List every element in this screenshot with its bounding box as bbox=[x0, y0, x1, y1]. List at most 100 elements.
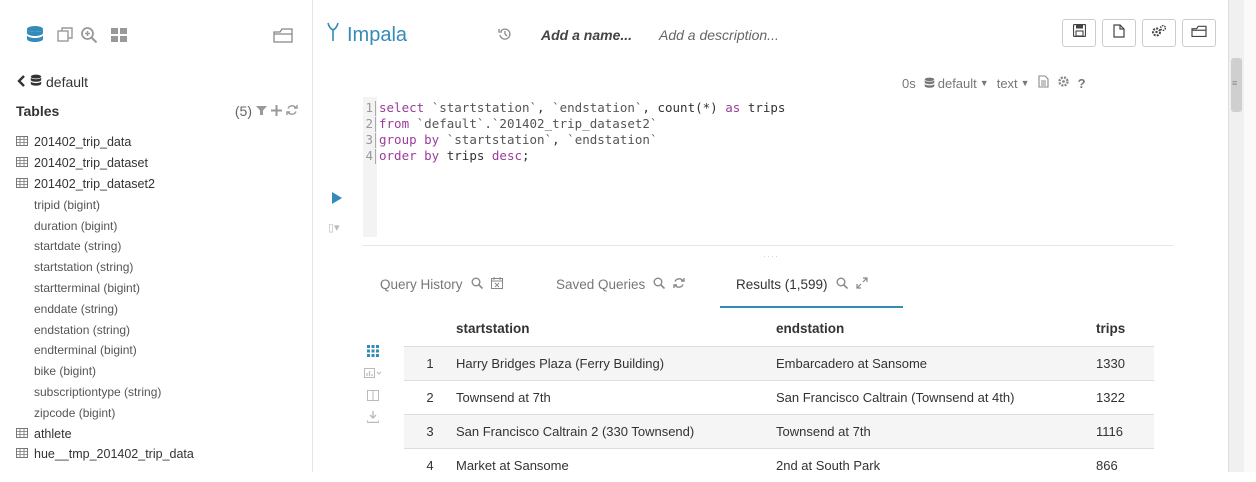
settings-button[interactable] bbox=[1142, 19, 1176, 47]
cell-endstation[interactable]: Embarcadero at Sansome bbox=[776, 347, 1096, 381]
document-icon[interactable] bbox=[1038, 75, 1049, 91]
assist-breadcrumb[interactable]: default bbox=[16, 74, 88, 90]
column-item[interactable]: startterminal (bigint) bbox=[16, 278, 194, 299]
chart-view-icon[interactable] bbox=[364, 362, 382, 384]
cell-startstation[interactable]: Harry Bridges Plaza (Ferry Building) bbox=[456, 347, 776, 381]
new-query-button[interactable] bbox=[1102, 19, 1136, 47]
code-line: 4order by trips desc; bbox=[363, 148, 530, 164]
table-tree: 201402_trip_data 201402_trip_dataset 201… bbox=[16, 132, 194, 465]
table-row[interactable]: 4 Market at Sansome 2nd at South Park 86… bbox=[404, 449, 1154, 482]
column-item[interactable]: endstation (string) bbox=[16, 319, 194, 340]
column-item[interactable]: duration (bigint) bbox=[16, 215, 194, 236]
app-title[interactable]: Impala bbox=[327, 22, 407, 48]
column-item[interactable]: subscriptiontype (string) bbox=[16, 382, 194, 403]
help-icon[interactable]: ? bbox=[1078, 76, 1086, 91]
search-plus-icon[interactable] bbox=[78, 24, 100, 46]
new-doc-icon bbox=[1113, 24, 1125, 43]
database-selector[interactable]: default ▼ bbox=[924, 76, 989, 91]
chevron-left-icon[interactable] bbox=[16, 74, 26, 90]
impala-logo-icon bbox=[327, 22, 339, 48]
cell-endstation[interactable]: San Francisco Caltrain (Townsend at 4th) bbox=[776, 381, 1096, 415]
folder-open-icon[interactable] bbox=[272, 24, 294, 46]
row-index: 1 bbox=[404, 347, 456, 381]
tab-saved-queries[interactable]: Saved Queries bbox=[556, 277, 685, 292]
column-header[interactable]: endstation bbox=[776, 310, 1096, 347]
save-button[interactable] bbox=[1062, 19, 1096, 47]
cell-endstation[interactable]: 2nd at South Park bbox=[776, 449, 1096, 482]
calendar-icon[interactable] bbox=[491, 277, 503, 292]
folder-open-icon bbox=[1191, 24, 1207, 43]
column-item[interactable]: startstation (string) bbox=[16, 257, 194, 278]
table-item[interactable]: 201402_trip_dataset bbox=[16, 153, 194, 174]
table-item-expanded[interactable]: 201402_trip_dataset2 bbox=[16, 174, 194, 195]
table-name: athlete bbox=[34, 427, 72, 441]
refresh-icon[interactable] bbox=[673, 277, 685, 292]
columns-icon[interactable] bbox=[364, 384, 382, 406]
gear-icon[interactable] bbox=[1057, 75, 1070, 91]
download-icon[interactable] bbox=[364, 406, 382, 428]
query-description-input[interactable]: Add a description... bbox=[659, 27, 779, 43]
results-table: startstation endstation trips 1 Harry Br… bbox=[404, 310, 1154, 482]
table-row[interactable]: 3 San Francisco Caltrain 2 (330 Townsend… bbox=[404, 415, 1154, 449]
row-index: 4 bbox=[404, 449, 456, 482]
search-icon[interactable] bbox=[836, 277, 848, 292]
cell-trips[interactable]: 1116 bbox=[1096, 415, 1154, 449]
table-item[interactable]: athlete bbox=[16, 423, 194, 444]
column-item[interactable]: zipcode (bigint) bbox=[16, 402, 194, 423]
history-icon[interactable] bbox=[498, 27, 512, 46]
column-item[interactable]: tripid (bigint) bbox=[16, 194, 194, 215]
tab-query-history[interactable]: Query History bbox=[380, 277, 503, 292]
vertical-scrollbar[interactable]: ≡ bbox=[1228, 0, 1245, 472]
cell-trips[interactable]: 1330 bbox=[1096, 347, 1154, 381]
save-icon bbox=[1073, 24, 1086, 42]
grid-icon[interactable] bbox=[108, 24, 130, 46]
table-row[interactable]: 1 Harry Bridges Plaza (Ferry Building) E… bbox=[404, 347, 1154, 381]
caret-down-icon: ▼ bbox=[980, 78, 989, 88]
sql-editor[interactable]: 1select `startstation`, `endstation`, co… bbox=[363, 97, 1173, 237]
refresh-icon[interactable] bbox=[286, 103, 298, 119]
cell-trips[interactable]: 1322 bbox=[1096, 381, 1154, 415]
search-icon[interactable] bbox=[471, 277, 483, 292]
table-icon bbox=[16, 135, 28, 149]
cell-startstation[interactable]: San Francisco Caltrain 2 (330 Townsend) bbox=[456, 415, 776, 449]
snippet-menu-icon[interactable]: ▯▾ bbox=[328, 221, 340, 234]
table-item[interactable]: hue__tmp_201402_trip_data bbox=[16, 444, 194, 465]
row-index: 2 bbox=[404, 381, 456, 415]
row-index: 3 bbox=[404, 415, 456, 449]
grid-view-icon[interactable] bbox=[364, 340, 382, 362]
tab-results[interactable]: Results (1,599) bbox=[736, 277, 868, 292]
active-tab-indicator bbox=[720, 306, 903, 308]
table-row[interactable]: 2 Townsend at 7th San Francisco Caltrain… bbox=[404, 381, 1154, 415]
cell-startstation[interactable]: Townsend at 7th bbox=[456, 381, 776, 415]
query-name-input[interactable]: Add a name... bbox=[541, 27, 632, 43]
column-item[interactable]: enddate (string) bbox=[16, 298, 194, 319]
cell-startstation[interactable]: Market at Sansome bbox=[456, 449, 776, 482]
tables-icon[interactable] bbox=[54, 24, 76, 46]
editor-topbar: Impala Add a name... Add a description..… bbox=[313, 0, 1226, 66]
column-header[interactable]: trips bbox=[1096, 310, 1154, 347]
column-item[interactable]: bike (bigint) bbox=[16, 361, 194, 382]
plus-icon[interactable] bbox=[271, 103, 282, 119]
format-selector[interactable]: text ▼ bbox=[997, 76, 1030, 91]
open-query-button[interactable] bbox=[1182, 19, 1216, 47]
cell-trips[interactable]: 866 bbox=[1096, 449, 1154, 482]
table-header-row: startstation endstation trips bbox=[404, 310, 1154, 347]
database-name[interactable]: default bbox=[46, 74, 88, 90]
format-selector-label: text bbox=[997, 76, 1018, 91]
editor-actions bbox=[1062, 19, 1216, 47]
play-icon[interactable] bbox=[332, 192, 342, 204]
expand-icon[interactable] bbox=[856, 277, 868, 292]
filter-icon[interactable] bbox=[256, 103, 267, 119]
table-icon bbox=[16, 427, 28, 441]
column-item[interactable]: startdate (string) bbox=[16, 236, 194, 257]
caret-down-icon: ▼ bbox=[1021, 78, 1030, 88]
column-item[interactable]: endterminal (bigint) bbox=[16, 340, 194, 361]
table-item[interactable]: 201402_trip_data bbox=[16, 132, 194, 153]
editor-divider bbox=[363, 245, 1173, 246]
cell-endstation[interactable]: Townsend at 7th bbox=[776, 415, 1096, 449]
database-icon[interactable] bbox=[24, 24, 46, 46]
search-icon[interactable] bbox=[653, 277, 665, 292]
code-line: 2from `default`.`201402_trip_dataset2` bbox=[363, 116, 657, 132]
resize-handle[interactable]: ···· bbox=[763, 251, 779, 261]
column-header[interactable]: startstation bbox=[456, 310, 776, 347]
